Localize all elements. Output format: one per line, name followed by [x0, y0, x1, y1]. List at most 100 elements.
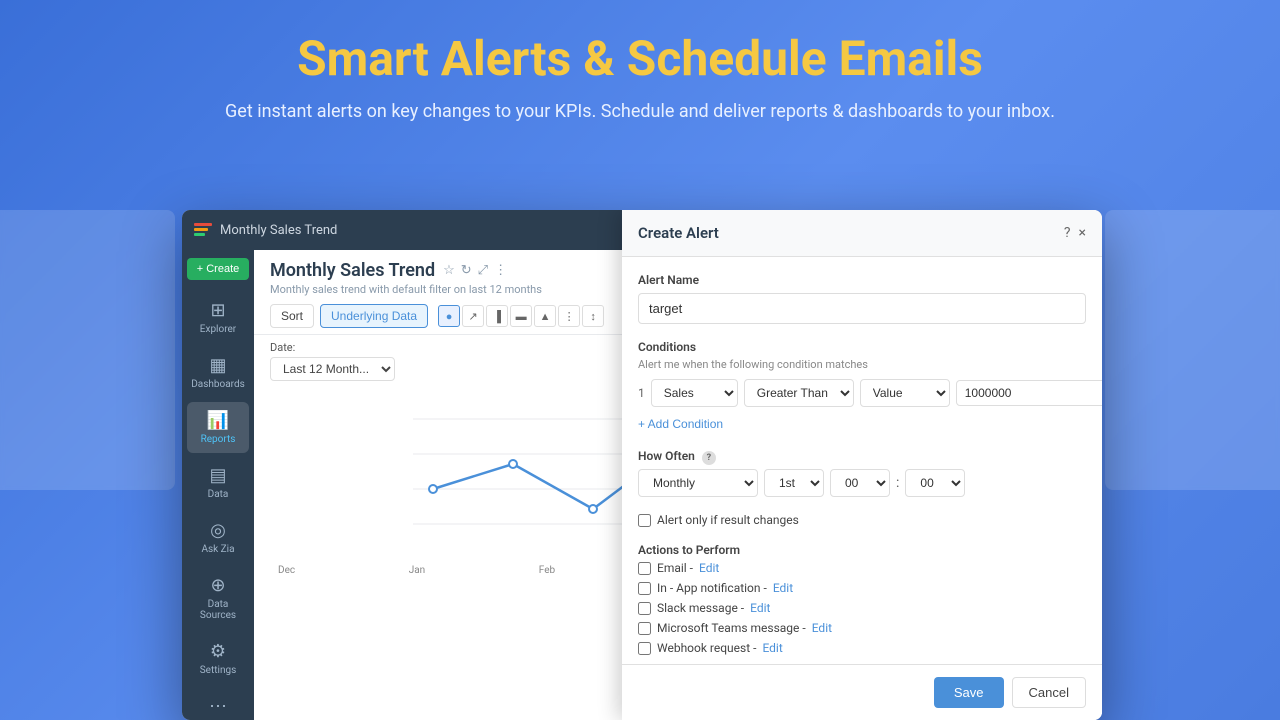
sidebar-item-more[interactable]: ⋯ More — [187, 688, 249, 720]
conditions-group: Conditions Alert me when the following c… — [638, 340, 1086, 433]
condition-operator-select[interactable]: Greater Than Less Than Equal To — [744, 379, 854, 407]
save-button[interactable]: Save — [934, 677, 1004, 708]
webhook-edit-link[interactable]: Edit — [762, 641, 782, 655]
more-icon: ⋯ — [209, 696, 227, 717]
sidebar-label-dashboards: Dashboards — [191, 379, 245, 390]
area-chart-icon[interactable]: ▲ — [534, 305, 556, 327]
hero-subtitle: Get instant alerts on key changes to you… — [20, 101, 1260, 122]
time-colon: : — [896, 475, 899, 491]
hour-select[interactable]: 00 01 02 — [830, 469, 890, 497]
webhook-checkbox[interactable] — [638, 642, 651, 655]
reports-icon: 📊 — [207, 410, 229, 431]
teams-label: Microsoft Teams message - — [657, 621, 806, 635]
condition-number: 1 — [638, 386, 645, 400]
underlying-data-button[interactable]: Underlying Data — [320, 304, 428, 328]
x-label-feb: Feb — [539, 565, 555, 576]
date-range-select[interactable]: Last 12 Month... — [270, 357, 395, 381]
refresh-icon[interactable]: ↻ — [461, 263, 472, 278]
alert-results-group: Alert only if result changes — [638, 513, 1086, 527]
webhook-label: Webhook request - — [657, 641, 756, 655]
report-title-icons: ☆ ↻ ⤢ ⋮ — [443, 263, 507, 278]
how-often-group: How Often ? Monthly Daily Weekly 1st 2nd… — [638, 449, 1086, 497]
action-email-row: Email - Edit — [638, 561, 1086, 575]
create-button[interactable]: + Create — [187, 258, 250, 280]
hero-section: Smart Alerts & Schedule Emails Get insta… — [0, 0, 1280, 142]
conditions-sublabel: Alert me when the following condition ma… — [638, 358, 1086, 371]
star-icon[interactable]: ☆ — [443, 263, 455, 278]
column-chart-icon[interactable]: ▬ — [510, 305, 532, 327]
settings-icon: ⚙ — [210, 641, 226, 662]
dialog-body: Alert Name Conditions Alert me when the … — [622, 257, 1102, 664]
email-edit-link[interactable]: Edit — [699, 561, 719, 575]
action-webhook-row: Webhook request - Edit — [638, 641, 1086, 655]
dialog-footer: Save Cancel — [622, 664, 1102, 720]
alert-name-group: Alert Name — [638, 273, 1086, 324]
alert-results-checkbox[interactable] — [638, 514, 651, 527]
email-checkbox[interactable] — [638, 562, 651, 575]
sidebar-item-data[interactable]: ▤ Data — [187, 457, 249, 508]
add-condition-button[interactable]: + Add Condition — [638, 415, 723, 433]
condition-value-type-select[interactable]: Value Percentage — [860, 379, 950, 407]
side-panel-right — [1105, 210, 1280, 490]
app-body: + Create ⊞ Explorer ▦ Dashboards 📊 Repor… — [182, 250, 1102, 720]
chart-type-icons: ● ↗ ▐ ▬ ▲ ⋮ ↕ — [438, 305, 604, 327]
data-sources-icon: ⊕ — [210, 575, 225, 596]
sidebar-item-ask-zia[interactable]: ◎ Ask Zia — [187, 512, 249, 563]
scatter-chart-icon[interactable]: ⋮ — [558, 305, 580, 327]
inapp-label: In - App notification - — [657, 581, 767, 595]
expand-icon[interactable]: ⤢ — [478, 263, 488, 278]
more-charts-icon[interactable]: ↕ — [582, 305, 604, 327]
how-often-label: How Often ? — [638, 449, 1086, 465]
slack-checkbox[interactable] — [638, 602, 651, 615]
inapp-checkbox[interactable] — [638, 582, 651, 595]
slack-label: Slack message - — [657, 601, 744, 615]
sidebar-item-explorer[interactable]: ⊞ Explorer — [187, 292, 249, 343]
sidebar-item-dashboards[interactable]: ▦ Dashboards — [187, 347, 249, 398]
alert-results-row: Alert only if result changes — [638, 513, 1086, 527]
cancel-button[interactable]: Cancel — [1012, 677, 1086, 708]
data-icon: ▤ — [209, 465, 226, 486]
sort-button[interactable]: Sort — [270, 304, 314, 328]
app-window: Monthly Sales Trend 🔍 📅 💬 ? × + Create ⊞… — [182, 210, 1102, 720]
sidebar-label-ask-zia: Ask Zia — [201, 544, 234, 555]
line-chart-icon[interactable]: ↗ — [462, 305, 484, 327]
condition-value-input[interactable] — [956, 380, 1102, 406]
side-panel-left — [0, 210, 175, 490]
sidebar-item-settings[interactable]: ⚙ Settings — [187, 633, 249, 684]
alert-name-label: Alert Name — [638, 273, 1086, 287]
sidebar-label-settings: Settings — [200, 665, 237, 676]
sidebar: + Create ⊞ Explorer ▦ Dashboards 📊 Repor… — [182, 250, 254, 720]
teams-checkbox[interactable] — [638, 622, 651, 635]
x-label-jan: Jan — [409, 565, 425, 576]
alert-results-label: Alert only if result changes — [657, 513, 799, 527]
teams-edit-link[interactable]: Edit — [812, 621, 832, 635]
inapp-edit-link[interactable]: Edit — [773, 581, 793, 595]
condition-field-select[interactable]: Sales Revenue Profit — [651, 379, 738, 407]
hero-title: Smart Alerts & Schedule Emails — [20, 30, 1260, 87]
sidebar-label-data: Data — [208, 489, 229, 500]
pie-chart-icon[interactable]: ● — [438, 305, 460, 327]
condition-row-1: 1 Sales Revenue Profit Greater Than Less… — [638, 379, 1086, 407]
ellipsis-icon[interactable]: ⋮ — [494, 263, 507, 278]
how-often-help-icon[interactable]: ? — [702, 451, 716, 465]
frequency-select[interactable]: Monthly Daily Weekly — [638, 469, 758, 497]
sidebar-label-data-sources: Data Sources — [191, 599, 245, 621]
bar-chart-icon[interactable]: ▐ — [486, 305, 508, 327]
explorer-icon: ⊞ — [210, 300, 225, 321]
action-inapp-row: In - App notification - Edit — [638, 581, 1086, 595]
day-select[interactable]: 1st 2nd 3rd — [764, 469, 824, 497]
slack-edit-link[interactable]: Edit — [750, 601, 770, 615]
minute-select[interactable]: 00 15 30 — [905, 469, 965, 497]
dashboards-icon: ▦ — [209, 355, 226, 376]
sidebar-label-reports: Reports — [201, 434, 236, 445]
alert-name-input[interactable] — [638, 293, 1086, 324]
sidebar-item-data-sources[interactable]: ⊕ Data Sources — [187, 567, 249, 629]
report-title: Monthly Sales Trend — [270, 260, 435, 281]
actions-group: Actions to Perform Email - Edit In - App… — [638, 543, 1086, 655]
dialog-header: Create Alert ? × — [622, 250, 1102, 257]
email-label: Email - — [657, 561, 693, 575]
ask-zia-icon: ◎ — [210, 520, 226, 541]
action-slack-row: Slack message - Edit — [638, 601, 1086, 615]
action-teams-row: Microsoft Teams message - Edit — [638, 621, 1086, 635]
sidebar-item-reports[interactable]: 📊 Reports — [187, 402, 249, 453]
